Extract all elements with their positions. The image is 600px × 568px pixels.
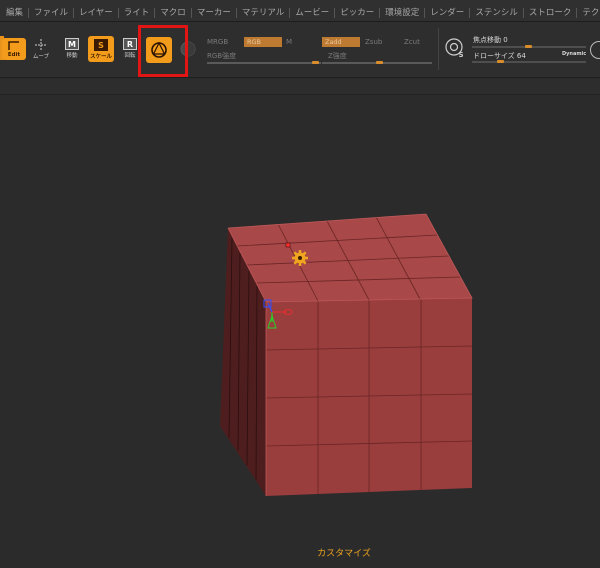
dynamic-toggle[interactable]: Dynamic bbox=[562, 51, 586, 57]
rgb-intensity-knob[interactable] bbox=[312, 61, 319, 64]
draw-size-knob[interactable] bbox=[497, 60, 504, 63]
menu-item[interactable]: レイヤー bbox=[73, 2, 118, 21]
rgb-toggle[interactable]: RGB bbox=[244, 37, 282, 47]
move-tool-icon: M bbox=[65, 37, 79, 50]
scale-label: スケール bbox=[89, 53, 112, 60]
cube-top-face bbox=[228, 214, 472, 302]
cube-mesh[interactable] bbox=[0, 96, 600, 568]
scale-button[interactable]: S スケール bbox=[88, 36, 114, 62]
right-edge-icon[interactable] bbox=[590, 41, 600, 59]
floor-icon bbox=[180, 41, 196, 57]
perspective-button[interactable] bbox=[146, 37, 172, 63]
draw-size-slider[interactable] bbox=[472, 61, 586, 63]
canvas-header bbox=[0, 79, 600, 95]
focal-shift-knob[interactable] bbox=[525, 45, 532, 48]
svg-text:S: S bbox=[458, 51, 463, 58]
focal-shift-label: 焦点移動 0 bbox=[473, 36, 508, 44]
menu-item[interactable]: ストローク bbox=[522, 2, 577, 21]
gear-icon[interactable] bbox=[292, 250, 308, 266]
zsub-label[interactable]: Zsub bbox=[365, 38, 382, 46]
menu-item[interactable]: ステンシル bbox=[469, 2, 523, 21]
perspective-icon bbox=[151, 41, 167, 58]
move-tool-label: 移動 bbox=[66, 52, 78, 59]
menu-item[interactable]: 環境設定 bbox=[379, 2, 424, 21]
viewport[interactable]: カスタマイズ bbox=[0, 96, 600, 568]
rgb-intensity-slider[interactable] bbox=[207, 62, 321, 64]
scale-icon: S bbox=[94, 38, 108, 51]
svg-text:R: R bbox=[127, 40, 133, 49]
menu-item[interactable]: マーカー bbox=[190, 2, 236, 21]
zadd-toggle[interactable]: Zadd bbox=[322, 37, 360, 47]
svg-text:M: M bbox=[68, 40, 76, 49]
rgb-intensity-label: RGB強度 bbox=[207, 52, 237, 60]
menu-item[interactable]: マクロ bbox=[154, 2, 191, 21]
svg-text:S: S bbox=[98, 41, 104, 50]
rotate-label: 回転 bbox=[124, 52, 136, 59]
mrgb-label[interactable]: MRGB bbox=[207, 38, 228, 46]
toolbar-separator bbox=[438, 28, 439, 70]
move-label: ムーブ bbox=[32, 53, 50, 60]
menu-bar: 編集 ファイル レイヤー ライト マクロ マーカー マテリアル ムービー ピッカー 環境設定 レンダ… bbox=[0, 0, 600, 22]
edit-label: Edit bbox=[7, 51, 21, 58]
menu-item[interactable]: ファイル bbox=[28, 2, 73, 21]
menu-item[interactable]: ライト bbox=[117, 2, 155, 21]
move-button[interactable]: ムーブ bbox=[30, 38, 52, 60]
draw-size-icon: S bbox=[445, 38, 464, 58]
m-label[interactable]: M bbox=[286, 38, 292, 46]
move-tool-button[interactable]: M 移動 bbox=[60, 36, 84, 60]
menu-item[interactable]: ムービー bbox=[289, 2, 334, 21]
edit-icon bbox=[8, 40, 19, 50]
menu-item[interactable]: 編集 bbox=[0, 2, 28, 21]
toolbar: Edit ムーブ M 移動 S スケール R 回転 MRGB RGB M Zad… bbox=[0, 22, 600, 78]
viewport-label: カスタマイズ bbox=[317, 549, 371, 559]
menu-item[interactable]: ピッカー bbox=[334, 2, 379, 21]
zcut-label[interactable]: Zcut bbox=[404, 38, 420, 46]
rotate-button[interactable]: R 回転 bbox=[118, 36, 142, 60]
z-intensity-knob[interactable] bbox=[376, 61, 383, 64]
rotate-icon: R bbox=[123, 37, 137, 50]
pivot-handle[interactable] bbox=[285, 242, 291, 248]
z-intensity-label: Z強度 bbox=[328, 52, 347, 60]
floor-button[interactable] bbox=[178, 39, 198, 59]
move-icon bbox=[35, 38, 47, 51]
menu-item[interactable]: レンダー bbox=[424, 2, 469, 21]
menu-item[interactable]: マテリアル bbox=[235, 2, 289, 21]
menu-item[interactable]: テクスチャ bbox=[576, 2, 600, 21]
draw-size-toggle[interactable]: S bbox=[444, 36, 466, 60]
edit-button[interactable]: Edit bbox=[2, 38, 26, 60]
